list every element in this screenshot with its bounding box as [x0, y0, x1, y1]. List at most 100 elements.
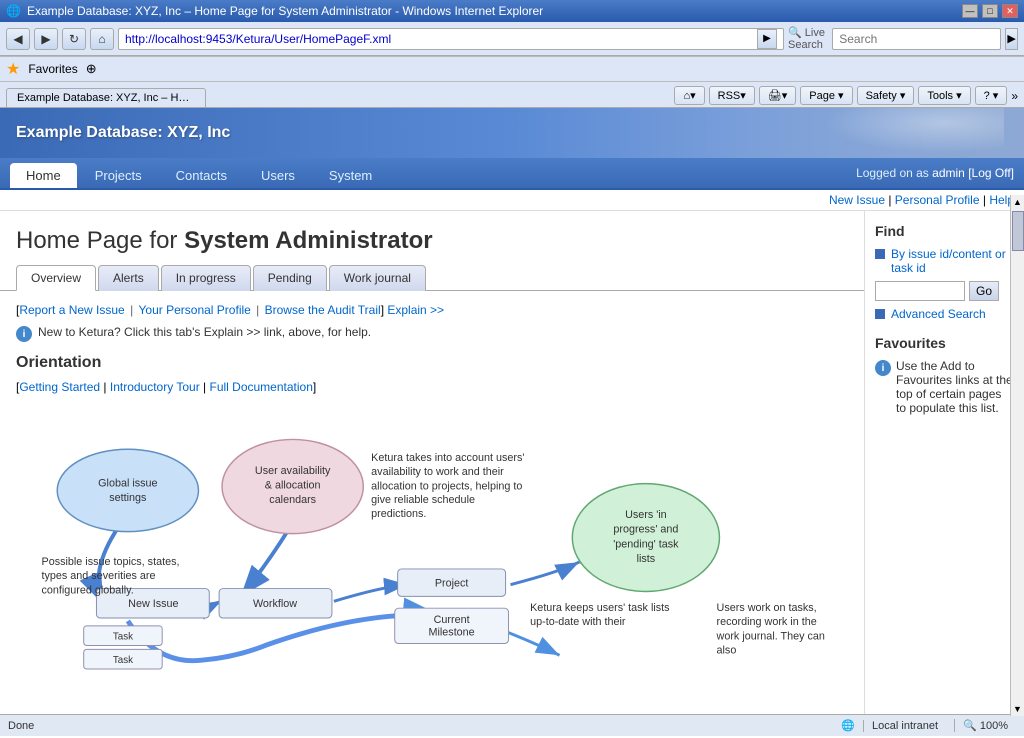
info-text: New to Ketura? Click this tab's Explain …: [38, 325, 371, 339]
app-nav: Home Projects Contacts Users System Logg…: [0, 158, 1024, 190]
search-input[interactable]: [832, 28, 1001, 50]
tab-pending[interactable]: Pending: [253, 265, 327, 291]
help-button[interactable]: ? ▾: [975, 86, 1008, 105]
vertical-scrollbar[interactable]: ▲ ▼: [1010, 211, 1024, 714]
user-avail-label1: User availability: [255, 465, 331, 477]
orientation-title: Orientation: [16, 354, 848, 372]
nav-tab-contacts[interactable]: Contacts: [160, 163, 243, 188]
search-go-button[interactable]: ▶: [1005, 28, 1018, 50]
workflow-diagram: Global issue settings User availability …: [16, 410, 848, 670]
title-bar-text: Example Database: XYZ, Inc – Home Page f…: [27, 4, 543, 18]
diagram-area: Global issue settings User availability …: [16, 410, 848, 670]
maximize-button[interactable]: □: [982, 4, 998, 18]
logged-on-info: Logged on as admin [Log Off]: [856, 166, 1014, 180]
minimize-button[interactable]: —: [962, 4, 978, 18]
home-button[interactable]: ⌂: [90, 28, 114, 50]
find-title: Find: [875, 223, 1014, 239]
scroll-down-button[interactable]: ▼: [1011, 702, 1024, 714]
favourites-info-text: Use the Add to Favourites links at the t…: [896, 359, 1014, 415]
explain-link[interactable]: Explain >>: [387, 303, 444, 317]
forward-button[interactable]: ▶: [34, 28, 58, 50]
browser-icon: 🌐: [6, 4, 21, 18]
users-task-label4: lists: [637, 553, 656, 565]
global-settings-node: [57, 449, 198, 531]
page-title: Home Page for System Administrator: [0, 211, 864, 265]
rss-button[interactable]: RSS▾: [709, 86, 755, 105]
milestone-label1: Current: [434, 614, 470, 626]
fav-info-icon: i: [875, 360, 891, 376]
find-by-id-label[interactable]: By issue id/content or task id: [891, 247, 1014, 275]
personal-profile-link[interactable]: Personal Profile: [895, 193, 980, 207]
nav-tab-system[interactable]: System: [313, 163, 388, 188]
nav-tab-users[interactable]: Users: [245, 163, 311, 188]
safety-button[interactable]: Safety ▾: [857, 86, 915, 105]
scroll-thumb[interactable]: [1012, 211, 1024, 251]
toolbar-buttons: ⌂▾ RSS▾ 🖨▾ Page ▾ Safety ▾ Tools ▾ ? ▾ »: [674, 86, 1018, 107]
advanced-search-item: Advanced Search: [875, 307, 1014, 321]
milestone-label2: Milestone: [429, 627, 475, 639]
main-content: Home Page for System Administrator Overv…: [0, 211, 864, 714]
add-favorites-icon[interactable]: ⊕: [86, 61, 97, 77]
users-task-label1: Users 'in: [625, 509, 667, 521]
find-by-id-item: By issue id/content or task id: [875, 247, 1014, 275]
back-button[interactable]: ◀: [6, 28, 30, 50]
favorites-star-icon: ★: [6, 59, 20, 79]
address-bar[interactable]: ▶: [118, 28, 784, 50]
tab-content-overview: [Report a New Issue | Your Personal Prof…: [0, 291, 864, 682]
app-title: Example Database: XYZ, Inc: [16, 124, 230, 142]
workflow-label: Workflow: [253, 598, 297, 610]
toolbar-expand[interactable]: »: [1011, 89, 1018, 103]
task1-label: Task: [113, 632, 133, 643]
nav-bar: ◀ ▶ ↻ ⌂ ▶ 🔍 Live Search ▶: [0, 22, 1024, 56]
introductory-tour-link[interactable]: Introductory Tour: [110, 380, 200, 394]
search-section: 🔍 Live Search ▶: [788, 26, 1018, 51]
refresh-button[interactable]: ↻: [62, 28, 86, 50]
nav-tab-home[interactable]: Home: [10, 163, 77, 188]
home-toolbar-button[interactable]: ⌂▾: [674, 86, 704, 105]
orientation-links: [Getting Started | Introductory Tour | F…: [16, 380, 848, 394]
close-button[interactable]: ✕: [1002, 4, 1018, 18]
find-input[interactable]: [875, 281, 965, 301]
favourites-section: Favourites i Use the Add to Favourites l…: [875, 335, 1014, 415]
find-input-row: Go: [875, 281, 1014, 301]
tab-in-progress[interactable]: In progress: [161, 265, 251, 291]
new-issue-link[interactable]: New Issue: [829, 193, 885, 207]
page-title-bold: System Administrator: [184, 227, 433, 254]
app-wrapper: Example Database: XYZ, Inc Home Projects…: [0, 108, 1024, 736]
print-button[interactable]: 🖨▾: [759, 86, 797, 105]
ketura-desc-block: Ketura takes into account users' availab…: [371, 451, 526, 549]
browser-tabs: Example Database: XYZ, Inc – Home Page f…: [0, 82, 1024, 108]
report-new-issue-link[interactable]: Report a New Issue: [19, 303, 124, 317]
favorites-label[interactable]: Favorites: [28, 62, 77, 76]
browse-audit-trail-link[interactable]: Browse the Audit Trail: [265, 303, 381, 317]
tab-work-journal[interactable]: Work journal: [329, 265, 426, 291]
tab-alerts[interactable]: Alerts: [98, 265, 159, 291]
logoff-link[interactable]: [Log Off]: [968, 166, 1014, 180]
advanced-search-link[interactable]: Advanced Search: [891, 307, 986, 321]
window-controls[interactable]: — □ ✕: [962, 4, 1018, 18]
nav-tab-projects[interactable]: Projects: [79, 163, 158, 188]
page-button[interactable]: Page ▾: [800, 86, 852, 105]
live-search-logo: 🔍 Live Search: [788, 26, 828, 51]
favorites-bar: ★ Favorites ⊕: [0, 56, 1024, 82]
admin-link[interactable]: admin: [932, 166, 965, 180]
address-input[interactable]: [125, 32, 753, 46]
tools-button[interactable]: Tools ▾: [918, 86, 970, 105]
address-go-button[interactable]: ▶: [757, 29, 777, 49]
favourites-info: i Use the Add to Favourites links at the…: [875, 359, 1014, 415]
possible-issue-text: Possible issue topics, states, types and…: [42, 555, 187, 614]
users-work-text: Users work on tasks, recording work in t…: [717, 601, 835, 670]
header-decoration: [804, 108, 1004, 158]
browser-tab-main[interactable]: Example Database: XYZ, Inc – Home Page f…: [6, 88, 206, 107]
getting-started-link[interactable]: Getting Started: [19, 380, 100, 394]
full-documentation-link[interactable]: Full Documentation: [209, 380, 312, 394]
tab-overview[interactable]: Overview: [16, 265, 96, 291]
your-personal-profile-link[interactable]: Your Personal Profile: [139, 303, 251, 317]
find-go-button[interactable]: Go: [969, 281, 999, 301]
users-task-label2: progress' and: [613, 524, 678, 536]
zoom-control[interactable]: 🔍 100%: [954, 719, 1016, 732]
quick-links: New Issue | Personal Profile | Help: [0, 190, 1024, 211]
user-avail-label3: calendars: [269, 494, 316, 506]
status-right: 🌐 Local intranet 🔍 100%: [841, 719, 1016, 732]
global-settings-label: Global issue: [98, 478, 157, 490]
